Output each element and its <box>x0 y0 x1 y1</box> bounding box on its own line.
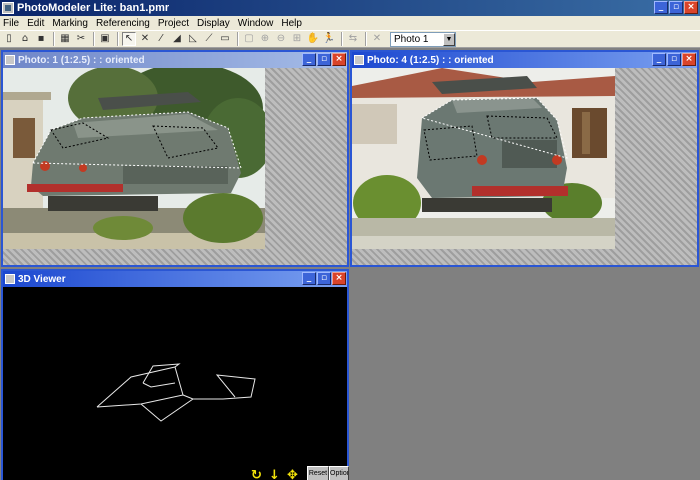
menu-project[interactable]: Project <box>158 18 189 29</box>
toolbar-separator <box>365 32 367 46</box>
reference-icon[interactable]: ✕ <box>370 32 384 46</box>
curve-icon[interactable]: ⟋ <box>202 32 216 46</box>
viewer-minimize-button[interactable]: _ <box>302 272 316 285</box>
zoom-fit-icon[interactable]: ⊞ <box>290 32 304 46</box>
compare-icon[interactable]: ⇆ <box>346 32 360 46</box>
menu-referencing[interactable]: Referencing <box>96 18 150 29</box>
photo-view-icon[interactable]: ▣ <box>98 32 112 46</box>
wireframe-model <box>96 363 256 422</box>
toolbar-separator <box>237 32 239 46</box>
pointer-icon[interactable]: ↖ <box>122 32 136 46</box>
viewer-title-bar[interactable]: 3D Viewer _ ▫ × <box>3 271 347 287</box>
reset-button[interactable]: Reset <box>307 466 329 480</box>
pan-icon[interactable]: ✋ <box>306 32 320 46</box>
line-mark-icon[interactable]: ⁄ <box>154 32 168 46</box>
photo1-image[interactable] <box>3 68 265 249</box>
viewer-window[interactable]: 3D Viewer _ ▫ × ↻ ↓ ✥ Reset Options <box>1 269 349 480</box>
photo-select-value: Photo 1 <box>394 33 429 45</box>
toolbar-separator <box>117 32 119 46</box>
menu-edit[interactable]: Edit <box>27 18 44 29</box>
photo-window-icon[interactable] <box>5 55 15 65</box>
zoom-box-icon[interactable]: ▢ <box>242 32 256 46</box>
photo1-close-button[interactable]: × <box>332 53 346 66</box>
photo4-scene <box>352 68 615 249</box>
rotate-icon[interactable]: ↻ <box>251 469 262 480</box>
maximize-button[interactable]: ▫ <box>669 1 683 14</box>
app-title-bar[interactable]: PhotoModeler Lite: ban1.pmr _ ▫ × <box>0 0 700 16</box>
menu-bar: File Edit Marking Referencing Project Di… <box>0 16 700 30</box>
menu-help[interactable]: Help <box>281 18 302 29</box>
viewer-window-icon[interactable] <box>5 274 15 284</box>
photo4-title: Photo: 4 (1:2.5) : : oriented <box>367 54 494 66</box>
zoom-in-icon[interactable]: ⊕ <box>258 32 272 46</box>
toolbar-separator <box>341 32 343 46</box>
photo4-close-button[interactable]: × <box>682 53 696 66</box>
zoom-out-icon[interactable]: ⊖ <box>274 32 288 46</box>
menu-file[interactable]: File <box>3 18 19 29</box>
photo-select[interactable]: Photo 1 ▼ <box>390 31 456 47</box>
edge-mark-icon[interactable]: ◢ <box>170 32 184 46</box>
app-title: PhotoModeler Lite: ban1.pmr <box>17 2 170 14</box>
toolbar-separator <box>93 32 95 46</box>
photo4-image[interactable] <box>352 68 615 249</box>
save-icon[interactable]: ▪ <box>34 32 48 46</box>
surface-icon[interactable]: ◺ <box>186 32 200 46</box>
photo1-title-bar[interactable]: Photo: 1 (1:2.5) : : oriented _ ▫ × <box>3 52 347 68</box>
viewer-canvas[interactable]: ↻ ↓ ✥ Reset Options <box>3 287 349 480</box>
cut-mark-icon[interactable]: ✂ <box>74 32 88 46</box>
photo4-title-bar[interactable]: Photo: 4 (1:2.5) : : oriented _ ▫ × <box>352 52 697 68</box>
menu-window[interactable]: Window <box>238 18 274 29</box>
point-mark-icon[interactable]: ✕ <box>138 32 152 46</box>
viewer-title: 3D Viewer <box>18 273 66 285</box>
photo1-scene <box>3 68 265 249</box>
viewer-close-button[interactable]: × <box>332 272 346 285</box>
photo4-window[interactable]: Photo: 4 (1:2.5) : : oriented _ ▫ × <box>350 50 699 267</box>
photo1-window[interactable]: Photo: 1 (1:2.5) : : oriented _ ▫ × <box>1 50 349 267</box>
app-icon[interactable] <box>2 2 14 14</box>
photo4-minimize-button[interactable]: _ <box>652 53 666 66</box>
options-button[interactable]: Options <box>329 466 349 480</box>
move-down-icon[interactable]: ↓ <box>269 469 280 480</box>
photo1-title: Photo: 1 (1:2.5) : : oriented <box>18 54 145 66</box>
photo1-minimize-button[interactable]: _ <box>302 53 316 66</box>
run-process-icon[interactable]: 🏃 <box>322 32 336 46</box>
minimize-button[interactable]: _ <box>654 1 668 14</box>
toolbar: ▯ ⌂ ▪ ▦ ✂ ▣ ↖ ✕ ⁄ ◢ ◺ ⟋ ▭ ▢ ⊕ ⊖ ⊞ ✋ 🏃 ⇆ ✕ Photo 1 ▼ <box>0 30 700 48</box>
viewer-maximize-button[interactable]: ▫ <box>317 272 331 285</box>
new-icon[interactable]: ▯ <box>2 32 16 46</box>
open-icon[interactable]: ⌂ <box>18 32 32 46</box>
photo4-maximize-button[interactable]: ▫ <box>667 53 681 66</box>
cylinder-icon[interactable]: ▭ <box>218 32 232 46</box>
chevron-down-icon[interactable]: ▼ <box>443 32 455 46</box>
project-table-icon[interactable]: ▦ <box>58 32 72 46</box>
toolbar-separator <box>53 32 55 46</box>
pan-arrows-icon[interactable]: ✥ <box>287 469 298 480</box>
menu-marking[interactable]: Marking <box>52 18 88 29</box>
close-button[interactable]: × <box>684 1 698 14</box>
photo-window-icon[interactable] <box>354 55 364 65</box>
menu-display[interactable]: Display <box>197 18 230 29</box>
photo1-maximize-button[interactable]: ▫ <box>317 53 331 66</box>
